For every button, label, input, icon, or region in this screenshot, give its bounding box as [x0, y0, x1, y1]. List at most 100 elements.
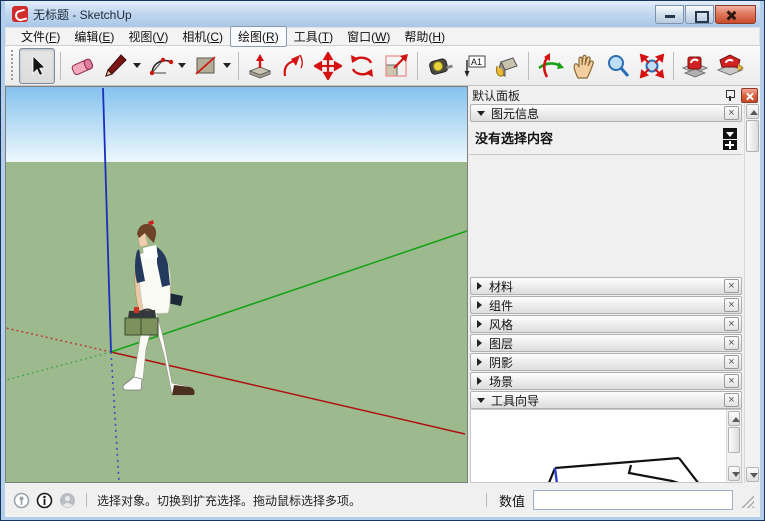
expand-arrow-icon: [477, 282, 482, 290]
menu-camera[interactable]: 相机(C): [175, 27, 230, 46]
tray-scrollbar[interactable]: [744, 103, 760, 483]
orbit-icon: [538, 52, 564, 78]
tray-spacer: [469, 155, 743, 276]
eraser-icon: [71, 58, 94, 75]
section-layers[interactable]: 图层: [470, 334, 742, 352]
sketchup-logo-icon: [12, 6, 28, 22]
tray-content: 图元信息 没有选择内容 材料: [468, 103, 744, 483]
measurements-input[interactable]: [533, 490, 733, 510]
tape-measure-tool-button[interactable]: [423, 50, 455, 82]
section-close-button[interactable]: [724, 374, 739, 388]
select-arrow-icon: [32, 54, 46, 76]
zoom-extents-tool-button[interactable]: [636, 50, 668, 82]
instructor-panel: [470, 409, 742, 483]
section-label: 风格: [489, 317, 514, 332]
section-close-button[interactable]: [724, 279, 739, 293]
section-styles[interactable]: 风格: [470, 315, 742, 333]
section-close-button[interactable]: [724, 106, 739, 120]
rotate-icon: [351, 54, 373, 77]
section-scenes[interactable]: 场景: [470, 372, 742, 390]
scale-icon: [385, 53, 408, 77]
menu-edit[interactable]: 编辑(E): [67, 27, 121, 46]
pan-tool-button[interactable]: [568, 50, 600, 82]
window-resize-grip[interactable]: [741, 495, 754, 508]
text-tool-button[interactable]: A1: [457, 50, 489, 82]
statusbar: 选择对象。切换到扩充选择。拖动鼠标选择多项。 数值: [5, 483, 760, 517]
expand-black-icon: [723, 139, 737, 150]
close-button[interactable]: [715, 4, 756, 24]
toolbar-grip[interactable]: [10, 49, 15, 82]
line-dropdown-arrow[interactable]: [133, 63, 141, 68]
text-icon: A1: [464, 55, 486, 77]
toolbar-separator: [417, 51, 418, 80]
push-pull-tool-button[interactable]: [244, 50, 276, 82]
tape-measure-icon: [429, 58, 453, 75]
rectangle-icon: [195, 55, 216, 75]
section-close-button[interactable]: [724, 393, 739, 407]
scroll-down-button[interactable]: [746, 467, 759, 482]
tray-close-button[interactable]: [741, 87, 758, 103]
section-materials[interactable]: 材料: [470, 277, 742, 295]
menu-window[interactable]: 窗口(W): [340, 27, 397, 46]
menu-tools[interactable]: 工具(T): [287, 27, 340, 46]
follow-me-tool-button[interactable]: [278, 50, 310, 82]
section-shadows[interactable]: 阴影: [470, 353, 742, 371]
titlebar: 无标题 - SketchUp: [5, 1, 760, 27]
status-separator: [485, 493, 487, 507]
maximize-button[interactable]: [685, 4, 714, 24]
rotate-tool-button[interactable]: [346, 50, 378, 82]
share-model-icon: [716, 53, 744, 76]
section-close-button[interactable]: [724, 355, 739, 369]
minimize-button[interactable]: [655, 4, 684, 24]
instructor-scrollbar[interactable]: [726, 410, 741, 482]
move-tool-button[interactable]: [312, 50, 344, 82]
geolocation-icon[interactable]: [13, 492, 30, 509]
scale-tool-button[interactable]: [380, 50, 412, 82]
svg-text:A1: A1: [471, 57, 482, 67]
get-models-warehouse-icon: [681, 56, 709, 78]
get-models-button[interactable]: [679, 50, 711, 82]
expand-arrow-icon: [477, 358, 482, 366]
follow-me-icon: [283, 54, 303, 76]
arc-tool-button[interactable]: [145, 50, 177, 82]
section-close-button[interactable]: [724, 336, 739, 350]
select-tool-button[interactable]: [19, 47, 55, 84]
scroll-down-button[interactable]: [728, 466, 740, 481]
credits-info-icon[interactable]: [36, 492, 53, 509]
scroll-thumb[interactable]: [728, 427, 740, 453]
entity-info-details-toggle[interactable]: [723, 128, 737, 150]
section-label: 场景: [489, 374, 514, 389]
entity-info-body: 没有选择内容: [469, 122, 743, 155]
tray-title: 默认面板: [472, 88, 521, 103]
scroll-up-button[interactable]: [746, 104, 759, 119]
line-tool-button[interactable]: [100, 50, 132, 82]
section-close-button[interactable]: [724, 317, 739, 331]
share-model-button[interactable]: [713, 50, 745, 82]
zoom-tool-button[interactable]: [602, 50, 634, 82]
paint-bucket-tool-button[interactable]: [491, 50, 523, 82]
scroll-up-button[interactable]: [728, 411, 740, 426]
section-entity-info[interactable]: 图元信息: [470, 104, 742, 122]
pencil-icon: [105, 53, 127, 77]
eraser-tool-button[interactable]: [66, 50, 98, 82]
menu-help[interactable]: 帮助(H): [397, 27, 452, 46]
menu-file[interactable]: 文件(F): [14, 27, 67, 46]
sign-in-person-icon[interactable]: [59, 492, 76, 509]
toolbar-separator: [60, 51, 61, 80]
rectangle-tool-button[interactable]: [190, 50, 222, 82]
tray-titlebar: 默认面板: [468, 86, 760, 103]
orbit-tool-button[interactable]: [534, 50, 566, 82]
menu-view[interactable]: 视图(V): [121, 27, 175, 46]
arc-dropdown-arrow[interactable]: [178, 63, 186, 68]
move-icon: [314, 51, 342, 80]
toolbox-tool-red: [134, 307, 139, 313]
model-viewport[interactable]: [5, 86, 468, 483]
section-instructor[interactable]: 工具向导: [470, 391, 742, 409]
pin-icon[interactable]: [724, 89, 736, 102]
section-components[interactable]: 组件: [470, 296, 742, 314]
scroll-thumb[interactable]: [746, 120, 759, 152]
sketchup-window: 无标题 - SketchUp 文件(F) 编辑(E) 视图(V) 相机(C) 绘…: [0, 0, 765, 521]
rectangle-dropdown-arrow[interactable]: [223, 63, 231, 68]
menu-draw[interactable]: 绘图(R): [230, 26, 287, 47]
section-close-button[interactable]: [724, 298, 739, 312]
